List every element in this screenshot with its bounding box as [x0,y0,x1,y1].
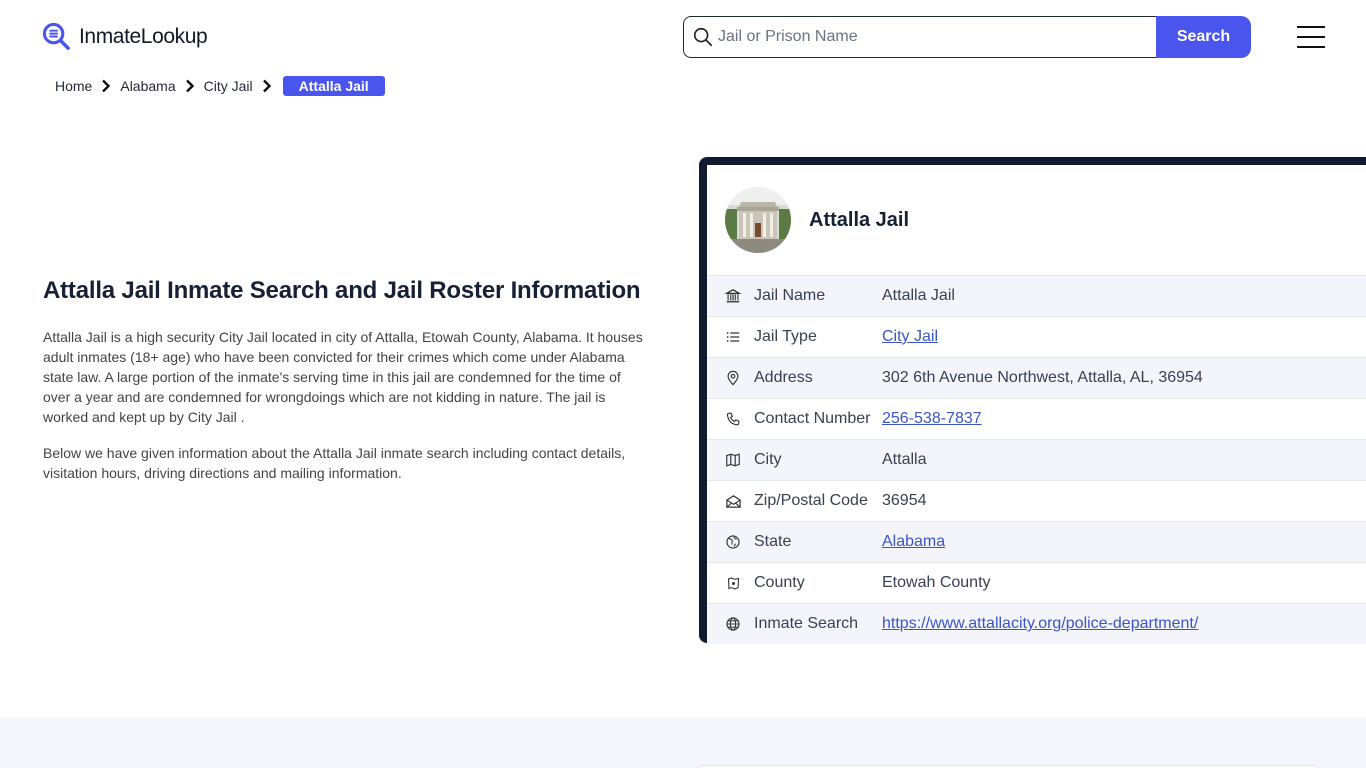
county-map-icon [724,574,742,592]
page-title: Attalla Jail Inmate Search and Jail Rost… [43,277,641,304]
row-value: 302 6th Avenue Northwest, Attalla, AL, 3… [882,369,1203,386]
state-link[interactable]: Alabama [882,533,945,551]
logo-text: InmateLookup [79,24,208,48]
intro-paragraph: Attalla Jail is a high security City Jai… [43,329,643,425]
search-bar: Search [683,16,1251,58]
card-title: Attalla Jail [809,208,910,231]
row-label: Zip/Postal Code [754,492,868,509]
hamburger-menu-icon[interactable] [1297,26,1325,48]
info-row-jail-type: Jail Type City Jail [707,316,1366,357]
list-icon [724,328,742,346]
globe-marker-icon [724,533,742,551]
bank-building-icon [724,287,742,305]
phone-icon [724,410,742,428]
card-header: Attalla Jail [707,165,1366,275]
menu-line [1297,26,1325,28]
search-icon [693,27,713,47]
jail-building-photo [725,187,791,253]
row-label: Jail Type [754,328,817,345]
row-value: 36954 [882,492,927,509]
row-label: County [754,574,805,591]
info-row-city: City Attalla [707,439,1366,480]
search-input[interactable] [718,28,1138,46]
row-value: Etowah County [882,574,991,591]
chevron-right-icon [185,79,194,93]
breadcrumb: Home Alabama City Jail Attalla Jail [55,76,385,96]
search-button[interactable]: Search [1156,16,1251,58]
menu-line [1297,46,1325,48]
mail-open-icon [724,492,742,510]
row-label: Address [754,369,813,386]
info-row-inmate-search: Inmate Search https://www.attallacity.or… [707,603,1366,644]
breadcrumb-current: Attalla Jail [282,76,385,96]
phone-link[interactable]: 256-538-7837 [882,410,982,428]
chevron-right-icon [262,79,271,93]
map-pin-icon [724,369,742,387]
logo[interactable]: InmateLookup [42,22,208,51]
chevron-right-icon [102,79,111,93]
breadcrumb-alabama[interactable]: Alabama [120,78,175,94]
search-field [683,16,1156,58]
logo-search-icon [42,22,70,50]
jail-avatar [725,187,791,253]
info-row-address: Address 302 6th Avenue Northwest, Attall… [707,357,1366,398]
row-label: State [754,533,792,550]
intro-section: Attalla Jail Inmate Search and Jail Rost… [43,275,643,483]
info-row-contact: Contact Number 256-538-7837 [707,398,1366,439]
row-value: Attalla [882,451,927,468]
row-value: Attalla Jail [882,287,955,304]
intro-paragraph: Below we have given information about th… [43,445,626,481]
breadcrumb-city-jail[interactable]: City Jail [204,78,253,94]
world-icon [724,615,742,633]
row-label: Jail Name [754,287,826,304]
info-row-zip: Zip/Postal Code 36954 [707,480,1366,521]
map-icon [724,451,742,469]
row-label: Contact Number [754,410,871,427]
jail-info-card: Attalla Jail Jail Name Attalla Jail Jail… [699,157,1366,644]
row-label: City [754,451,782,468]
info-row-jail-name: Jail Name Attalla Jail [707,275,1366,316]
bottom-section [0,718,1366,768]
menu-line [1297,36,1325,38]
info-table: Jail Name Attalla Jail Jail Type City Ja… [707,275,1366,644]
breadcrumb-home[interactable]: Home [55,78,92,94]
row-label: Inmate Search [754,615,859,632]
info-row-county: County Etowah County [707,562,1366,603]
jail-type-link[interactable]: City Jail [882,328,938,346]
info-row-state: State Alabama [707,521,1366,562]
inmate-search-link[interactable]: https://www.attallacity.org/police-depar… [882,615,1198,633]
